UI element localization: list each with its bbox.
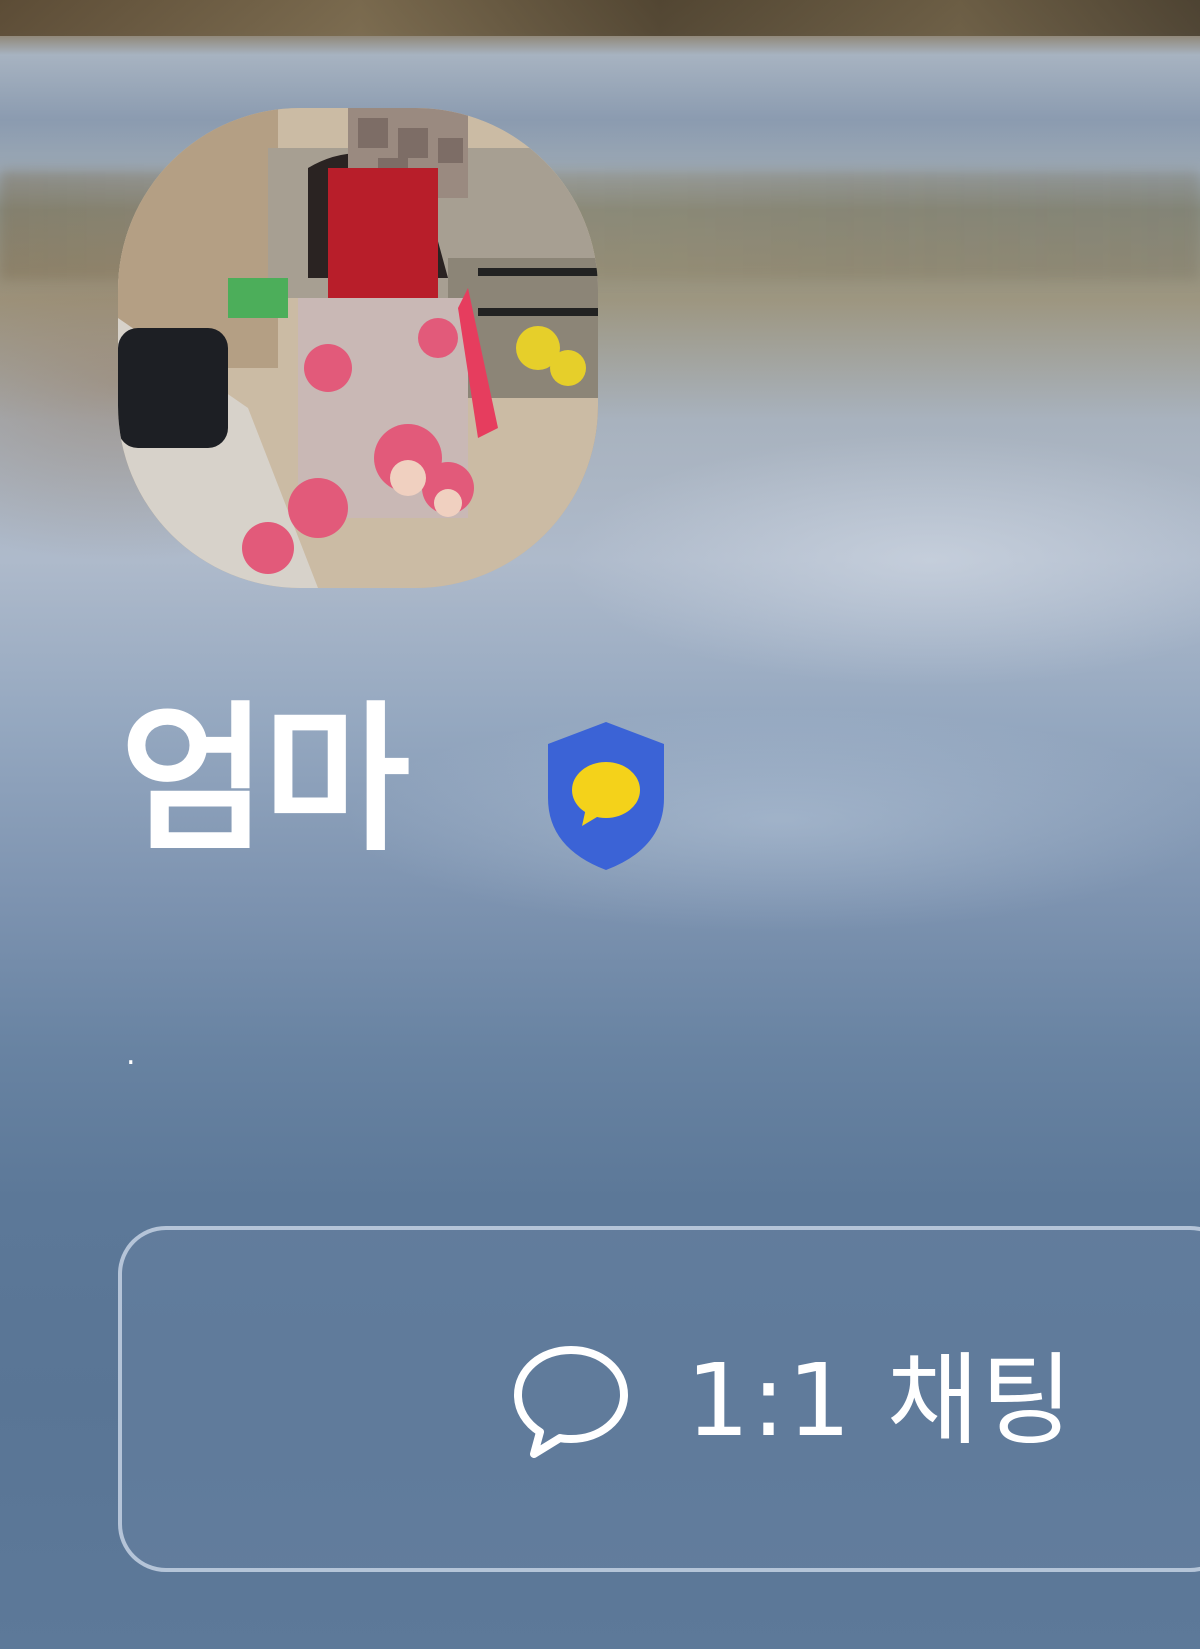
avatar-photo (118, 108, 598, 588)
chat-button-content: 1:1 채팅 (510, 1340, 1075, 1462)
background-shoreline (0, 0, 1200, 36)
one-on-one-chat-button[interactable]: 1:1 채팅 (118, 1226, 1200, 1572)
shield-chat-badge-icon[interactable] (540, 718, 672, 874)
chat-button-label: 1:1 채팅 (686, 1342, 1075, 1459)
profile-avatar[interactable] (118, 108, 598, 588)
speech-bubble-icon (514, 1346, 628, 1458)
status-message: . (126, 1037, 136, 1072)
profile-name: 엄마 (120, 686, 410, 873)
profile-screen: 엄마 . 1:1 채팅 (0, 0, 1200, 1649)
